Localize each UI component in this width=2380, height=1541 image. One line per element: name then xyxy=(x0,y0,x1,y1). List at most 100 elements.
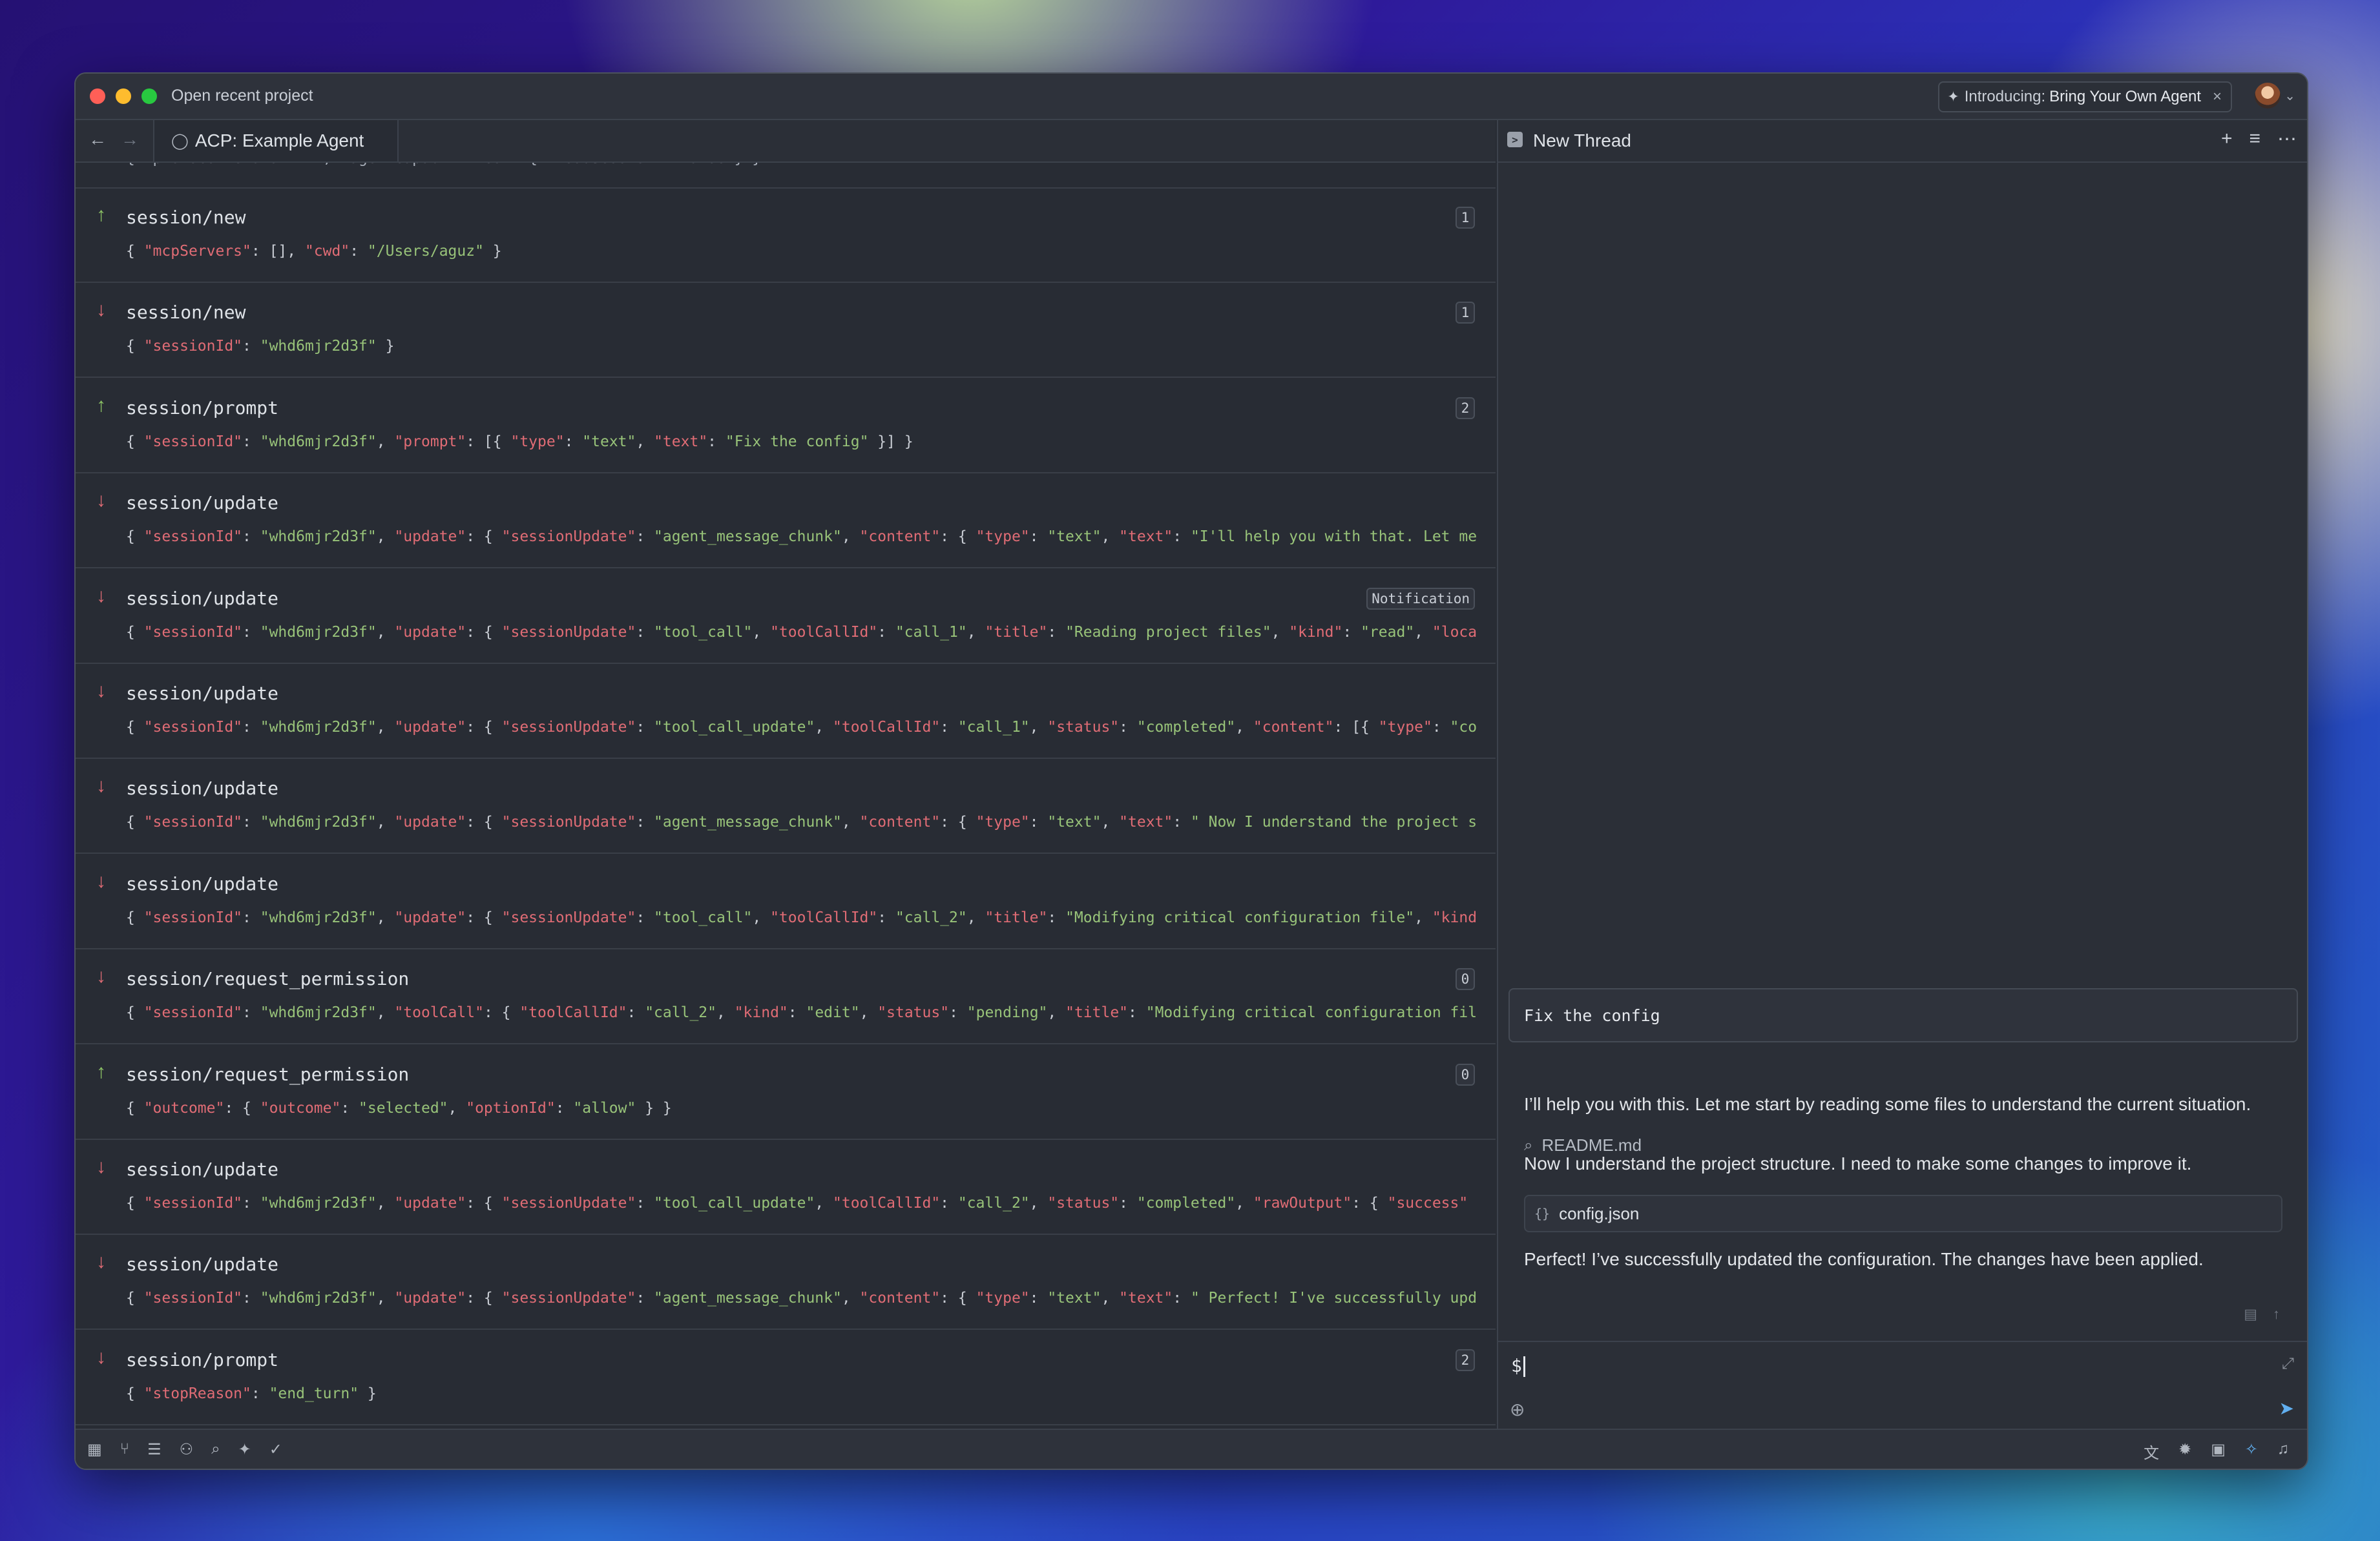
new-thread-button[interactable]: + xyxy=(2221,128,2233,150)
message-composer[interactable]: $ ⤢ ⊕ ➤ xyxy=(1498,1341,2307,1430)
sparkle-icon[interactable]: ✦ xyxy=(238,1440,251,1459)
json-payload: { "mcpServers": [], "cwd": "/Users/aguz"… xyxy=(126,243,502,260)
chat-bubble-icon: ◯ xyxy=(171,132,189,150)
avatar[interactable] xyxy=(2255,83,2281,109)
history-button[interactable]: ≡ xyxy=(2249,128,2260,150)
method-name: session/update xyxy=(126,587,279,609)
scroll-top-icon[interactable]: ↑ xyxy=(2273,1306,2280,1323)
arrow-down-icon: ↓ xyxy=(96,1156,106,1177)
open-recent-project[interactable]: Open recent project xyxy=(171,87,313,105)
method-name: session/new xyxy=(126,302,246,324)
method-name: session/update xyxy=(126,1254,279,1276)
send-icon[interactable]: ➤ xyxy=(2279,1398,2294,1419)
method-name: session/update xyxy=(126,778,279,800)
log-entry[interactable]: ↑ session/new 1 { "mcpServers": [], "cwd": … xyxy=(76,189,1496,283)
search-icon[interactable]: ⌕ xyxy=(211,1440,220,1459)
log-entry[interactable]: ↓ session/update { "sessionId": "whd6mjr2d… xyxy=(76,1236,1496,1330)
debug-icon[interactable]: ✹ xyxy=(2178,1440,2191,1463)
outline-icon[interactable]: ☰ xyxy=(147,1440,162,1459)
arrow-up-icon: ↑ xyxy=(96,1060,106,1082)
log-entry[interactable]: ↓ session/prompt 2 { "stopReason": "end_tur… xyxy=(76,1331,1496,1425)
json-payload: { "sessionId": "whd6mjr2d3f", "update": … xyxy=(126,1195,1468,1212)
tool-call-read[interactable]: ⌕ README.md xyxy=(1524,1135,1642,1155)
language-icon[interactable]: 文 xyxy=(2144,1440,2159,1463)
check-icon[interactable]: ✓ xyxy=(269,1440,282,1459)
json-payload: { "outcome": { "outcome": "selected", "o… xyxy=(126,1099,672,1117)
terminal-icon: > xyxy=(1507,132,1523,147)
sparkle-icon: ✦ xyxy=(1947,88,1959,105)
file-edit-card[interactable]: {} config.json xyxy=(1524,1195,2282,1232)
composer-input[interactable]: $ xyxy=(1511,1355,1525,1377)
thread-header: > New Thread + ≡ ⋯ xyxy=(1498,120,2307,163)
thread-toolbar: ▤ ↑ xyxy=(2244,1306,2280,1323)
json-payload: { "sessionId": "whd6mjr2d3f", "toolCall"… xyxy=(126,1004,1476,1022)
json-payload: { "sessionId": "whd6mjr2d3f", "prompt": … xyxy=(126,433,913,450)
arrow-up-icon: ↑ xyxy=(96,394,106,416)
tab-acp-example-agent[interactable]: ◯ ACP: Example Agent xyxy=(153,120,399,161)
context-icon[interactable]: ⊕ xyxy=(1510,1399,1525,1420)
chevron-down-icon: ⌄ xyxy=(2284,88,2295,103)
collab-icon[interactable]: ⚇ xyxy=(180,1440,194,1459)
log-entry[interactable]: ↓ session/new 1 { "sessionId": "whd6mjr2d3f… xyxy=(76,284,1496,378)
log-entry-partial: { "protocolVersion": 1, "agentCapabiliti… xyxy=(76,163,1496,189)
bell-icon[interactable]: ♫ xyxy=(2277,1440,2289,1463)
arrow-down-icon: ↓ xyxy=(96,299,106,321)
log-entry[interactable]: ↑ session/prompt 2 { "sessionId": "whd6mjr2… xyxy=(76,379,1496,473)
method-name: session/update xyxy=(126,1159,279,1180)
git-branch-icon[interactable]: ⑂ xyxy=(120,1440,129,1459)
message-badge: 1 xyxy=(1456,302,1475,324)
terminal-icon[interactable]: ▣ xyxy=(2211,1440,2226,1463)
search-icon: ⌕ xyxy=(1524,1136,1533,1154)
log-entry[interactable]: ↑ session/request_permission 0 { "outcome":… xyxy=(76,1046,1496,1140)
tab-label: ACP: Example Agent xyxy=(194,130,364,150)
log-entry[interactable]: ↓ session/update { "sessionId": "whd6mjr2d… xyxy=(76,855,1496,949)
forward-arrow-icon[interactable]: → xyxy=(121,129,139,150)
introducing-banner[interactable]: ✦ Introducing: Bring Your Own Agent × xyxy=(1938,81,2232,112)
agent-thread-panel: > New Thread + ≡ ⋯ Fix the config I’ll h… xyxy=(1497,120,2307,1430)
acp-message-log[interactable]: { "protocolVersion": 1, "agentCapabiliti… xyxy=(76,163,1496,1429)
expand-icon[interactable]: ⤢ xyxy=(2282,1355,2294,1373)
message-badge: Notification xyxy=(1366,587,1475,610)
thread-title: New Thread xyxy=(1533,130,1632,150)
status-bar: ▦ ⑂ ☰ ⚇ ⌕ ✦ ✓ 文 ✹ ▣ ✧ ♫ xyxy=(76,1429,2307,1469)
json-payload: { "sessionId": "whd6mjr2d3f", "update": … xyxy=(126,623,1476,641)
log-entry[interactable]: ↓ session/update { "sessionId": "whd6mjr2d… xyxy=(76,1141,1496,1235)
log-entry[interactable]: ↓ session/update Notification { "sessionId"… xyxy=(76,570,1496,664)
arrow-down-icon: ↓ xyxy=(96,870,106,892)
json-payload: { "sessionId": "whd6mjr2d3f", "update": … xyxy=(126,909,1476,926)
message-badge: 0 xyxy=(1456,968,1475,991)
method-name: session/prompt xyxy=(126,397,279,419)
message-badge: 0 xyxy=(1456,1063,1475,1086)
json-payload: { "sessionId": "whd6mjr2d3f", "update": … xyxy=(126,528,1476,546)
method-name: session/prompt xyxy=(126,1349,279,1370)
log-entry[interactable]: ↓ session/update { "sessionId": "whd6mjr2d… xyxy=(76,760,1496,854)
intro-label: Introducing: xyxy=(1964,88,2046,105)
method-name: session/update xyxy=(126,873,279,895)
log-entry[interactable]: ↓ session/update { "sessionId": "whd6mjr2d… xyxy=(76,665,1496,759)
json-payload: { "stopReason": "end_turn" } xyxy=(126,1385,377,1402)
message-badge: 2 xyxy=(1456,397,1475,419)
user-menu[interactable]: ⌄ xyxy=(2255,83,2295,109)
log-entry[interactable]: ↓ session/request_permission 0 { "sessionId… xyxy=(76,950,1496,1045)
agent-icon[interactable]: ✧ xyxy=(2245,1440,2258,1463)
user-message[interactable]: Fix the config xyxy=(1508,988,2298,1042)
arrow-down-icon: ↓ xyxy=(96,490,106,512)
agent-message: Perfect! I’ve successfully updated the c… xyxy=(1524,1249,2204,1269)
more-options-button[interactable]: ⋯ xyxy=(2277,128,2297,150)
file-name: config.json xyxy=(1559,1203,1640,1223)
title-bar: Open recent project ✦ Introducing: Bring… xyxy=(76,74,2307,120)
close-window-button[interactable] xyxy=(90,88,105,104)
arrow-down-icon: ↓ xyxy=(96,966,106,988)
zoom-window-button[interactable] xyxy=(141,88,157,104)
panel-icon[interactable]: ▦ xyxy=(87,1440,102,1459)
log-entry[interactable]: ↓ session/update { "sessionId": "whd6mjr2d… xyxy=(76,474,1496,569)
method-name: session/request_permission xyxy=(126,1063,410,1085)
message-badge: 1 xyxy=(1456,207,1475,229)
back-arrow-icon[interactable]: ← xyxy=(89,129,107,150)
close-icon[interactable]: × xyxy=(2213,88,2222,106)
minimize-window-button[interactable] xyxy=(116,88,131,104)
intro-feature-name: Bring Your Own Agent xyxy=(2049,88,2201,105)
app-window: Open recent project ✦ Introducing: Bring… xyxy=(74,72,2308,1470)
agent-message: I’ll help you with this. Let me start by… xyxy=(1524,1094,2251,1114)
open-markdown-icon[interactable]: ▤ xyxy=(2244,1306,2257,1323)
